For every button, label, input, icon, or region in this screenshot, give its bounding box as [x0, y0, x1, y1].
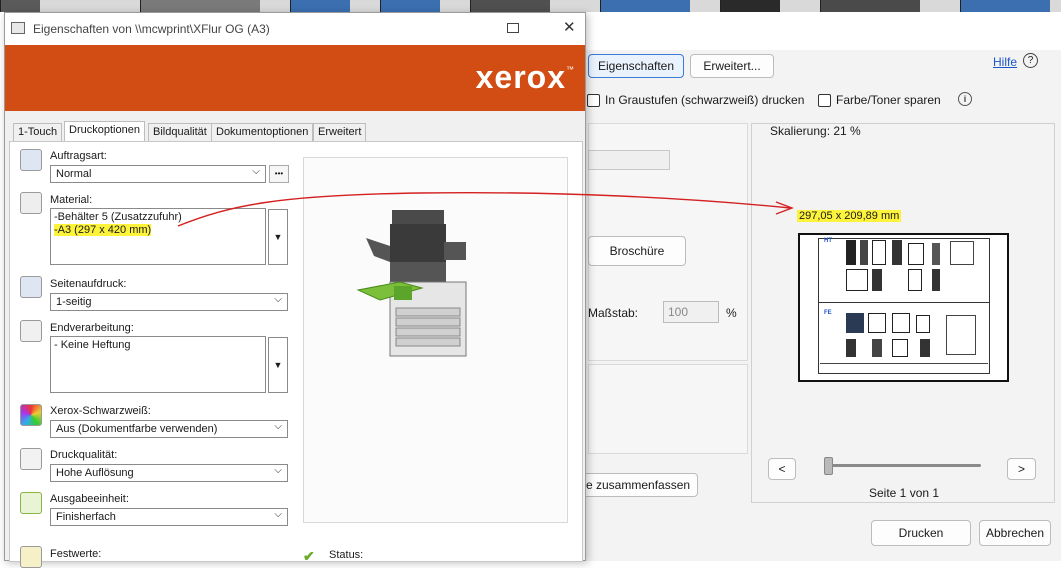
annotation-arrow — [177, 191, 794, 227]
annotation-arrow-line — [177, 191, 791, 227]
